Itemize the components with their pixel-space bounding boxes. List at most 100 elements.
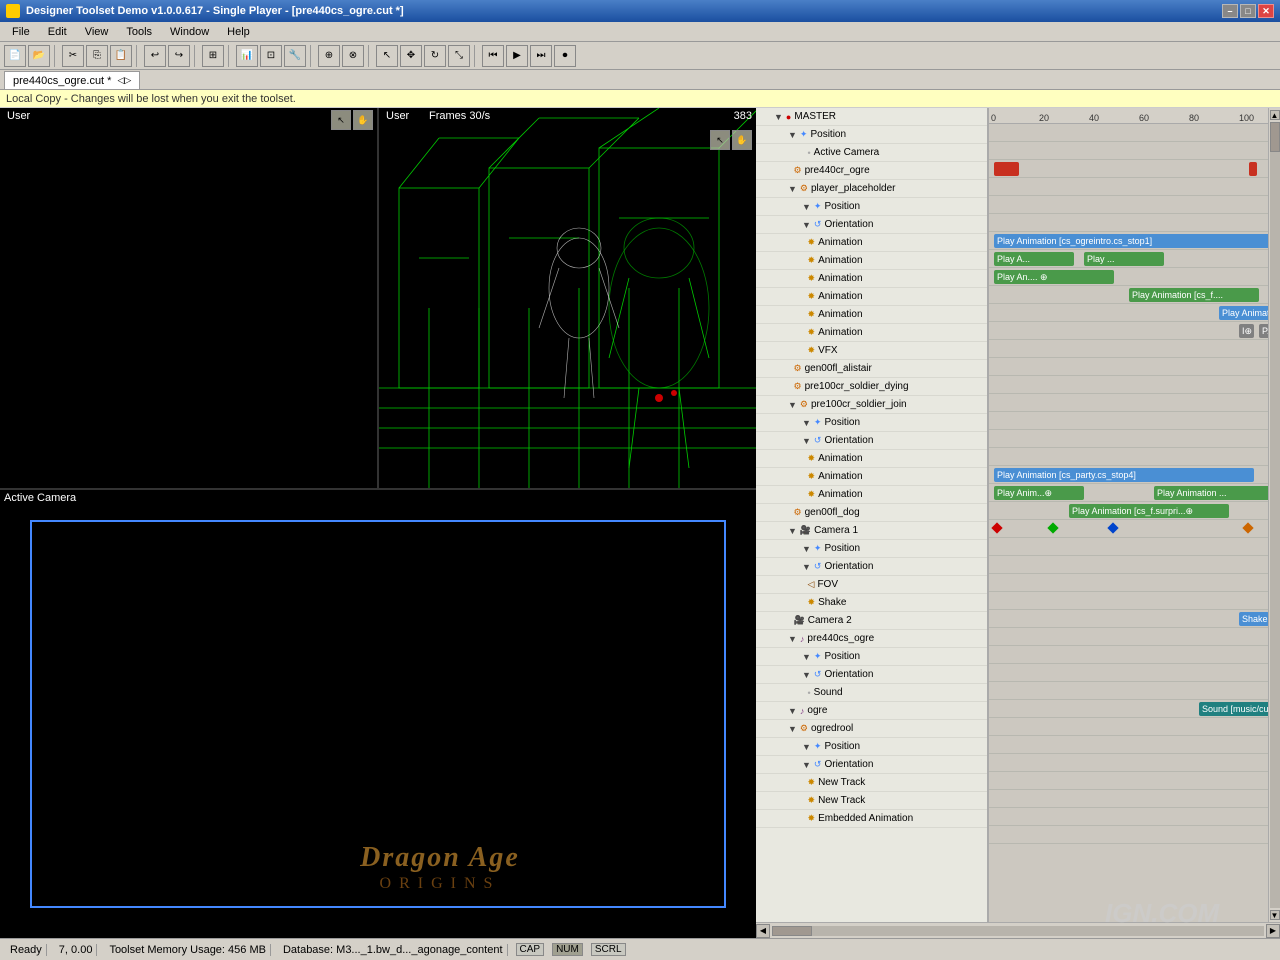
track-item-ogredrool[interactable]: ▼⚙ogredrool [756,720,987,738]
timeline-row-22[interactable] [989,520,1268,538]
toolbar-btn5[interactable]: ⊞ [202,45,224,67]
track-item-soldier-dying[interactable]: ⚙pre100cr_soldier_dying [756,378,987,396]
toolbar-chart[interactable]: 📊 [236,45,258,67]
timeline-row-20[interactable]: Play Anim...⊕Play Animation ... [989,484,1268,502]
viewport-user-right[interactable]: User Frames 30/s 383 ↖ ✋ [379,108,756,488]
toolbar-grid[interactable]: ⊡ [260,45,282,67]
track-item-master[interactable]: ▼●MASTER [756,108,987,126]
track-item-od-embedded[interactable]: ✸Embedded Animation [756,810,987,828]
toolbar-btn7[interactable]: ⊕ [318,45,340,67]
track-item-sj-anim1[interactable]: ✸Animation [756,450,987,468]
track-item-pre440cr-ogre[interactable]: ⚙pre440cr_ogre [756,162,987,180]
timeline-row-37[interactable] [989,790,1268,808]
track-item-pp-anim3[interactable]: ✸Animation [756,270,987,288]
timeline-row-28[interactable] [989,628,1268,646]
keyframe-block[interactable]: Play Animation [cs_party.cs_stop4] [994,468,1254,482]
minimize-button[interactable]: – [1222,4,1238,18]
timeline-row-39[interactable] [989,826,1268,844]
track-expand-pp-position[interactable]: ▼ [802,202,811,212]
track-item-co-orientation[interactable]: ▼↺Orientation [756,666,987,684]
vscroll-track[interactable] [1270,122,1280,908]
toolbar-play-start[interactable]: ⏮ [482,45,504,67]
track-item-sj-orientation[interactable]: ▼↺Orientation [756,432,987,450]
track-item-sj-anim2[interactable]: ✸Animation [756,468,987,486]
keyframe-block[interactable]: Play Animation [cs_f.... [1129,288,1259,302]
timeline-row-18[interactable] [989,448,1268,466]
keyframe-block[interactable]: I⊕ [1239,324,1254,338]
vp-right-cursor-tool[interactable]: ↖ [710,130,730,150]
track-expand-pp-orientation[interactable]: ▼ [802,220,811,230]
timeline-row-35[interactable] [989,754,1268,772]
timeline-row-15[interactable] [989,394,1268,412]
menu-help[interactable]: Help [219,24,258,40]
track-item-pp-anim6[interactable]: ✸Animation [756,324,987,342]
vp-hand-tool[interactable]: ✋ [353,110,373,130]
toolbar-redo[interactable]: ↪ [168,45,190,67]
track-item-pp-orientation[interactable]: ▼↺Orientation [756,216,987,234]
tab-nav-right[interactable]: ▷ [124,75,131,86]
menu-view[interactable]: View [77,24,117,40]
track-item-pp-anim1[interactable]: ✸Animation [756,234,987,252]
track-expand-sj-position[interactable]: ▼ [802,418,811,428]
timeline-row-6[interactable]: Play Animation [cs_ogreintro.cs_stop1] [989,232,1268,250]
track-item-sj-position[interactable]: ▼✦Position [756,414,987,432]
track-item-pp-vfx[interactable]: ✸VFX [756,342,987,360]
vscroll-up[interactable]: ▲ [1270,110,1280,120]
timeline-scrollbar[interactable]: ◀ ▶ [756,922,1280,938]
timeline-row-25[interactable] [989,574,1268,592]
scroll-right[interactable]: ▶ [1266,924,1280,938]
track-item-od-newtrack2[interactable]: ✸New Track [756,792,987,810]
timeline-row-31[interactable] [989,682,1268,700]
toolbar-play[interactable]: ▶ [506,45,528,67]
timeline-row-34[interactable] [989,736,1268,754]
toolbar-record[interactable]: ⏺ [554,45,576,67]
menu-file[interactable]: File [4,24,38,40]
toolbar-cursor[interactable]: ↖ [376,45,398,67]
timeline-row-3[interactable] [989,178,1268,196]
menu-edit[interactable]: Edit [40,24,75,40]
track-expand-co-orientation[interactable]: ▼ [802,670,811,680]
timeline-row-12[interactable] [989,340,1268,358]
track-item-co-sound[interactable]: •Sound [756,684,987,702]
tab-cutscene[interactable]: pre440cs_ogre.cut * ◁ ▷ [4,71,140,89]
timeline-row-14[interactable] [989,376,1268,394]
timeline-row-30[interactable] [989,664,1268,682]
keyframe-block[interactable]: Play An.... ⊕ [994,270,1114,284]
track-list[interactable]: ▼●MASTER▼✦Position •Active Camera ⚙pre44… [756,108,989,922]
timeline-row-19[interactable]: Play Animation [cs_party.cs_stop4] [989,466,1268,484]
track-expand-ogredrool[interactable]: ▼ [788,724,797,734]
track-expand-player-placeholder[interactable]: ▼ [788,184,797,194]
timeline-row-7[interactable]: Play A...Play ... [989,250,1268,268]
keyframe-diamond[interactable] [1047,522,1058,533]
track-expand-od-position[interactable]: ▼ [802,742,811,752]
timeline-row-33[interactable] [989,718,1268,736]
toolbar-btn8[interactable]: ⊗ [342,45,364,67]
maximize-button[interactable]: □ [1240,4,1256,18]
track-item-co-position[interactable]: ▼✦Position [756,648,987,666]
track-item-c1-shake[interactable]: ✸Shake [756,594,987,612]
menu-window[interactable]: Window [162,24,217,40]
keyframe-block[interactable] [1249,162,1257,176]
keyframe-block[interactable]: Shake (Orientation) [1239,612,1268,626]
tab-nav-left[interactable]: ◁ [117,75,124,86]
keyframe-diamond[interactable] [1242,522,1253,533]
viewport-active-camera[interactable]: Active Camera [0,490,756,938]
keyframe-block[interactable]: Play ... [1084,252,1164,266]
toolbar-undo[interactable]: ↩ [144,45,166,67]
timeline-row-16[interactable] [989,412,1268,430]
track-item-camera2[interactable]: 🎥Camera 2 [756,612,987,630]
toolbar-btn6[interactable]: 🔧 [284,45,306,67]
timeline-row-8[interactable]: Play An.... ⊕ [989,268,1268,286]
track-expand-pre440cs-ogre[interactable]: ▼ [788,634,797,644]
keyframe-block[interactable]: Play Animatio... [1219,306,1268,320]
track-item-camera1[interactable]: ▼🎥Camera 1 [756,522,987,540]
keyframe-block[interactable]: Play Animation [cs_ogreintro.cs_stop1] [994,234,1268,248]
toolbar-open[interactable]: 📂 [28,45,50,67]
track-expand-od-orientation[interactable]: ▼ [802,760,811,770]
track-expand-c1-position[interactable]: ▼ [802,544,811,554]
track-item-c1-fov[interactable]: ◁FOV [756,576,987,594]
keyframe-block[interactable]: P.⊕ [1259,324,1268,338]
scroll-thumb[interactable] [772,926,812,936]
timeline-row-10[interactable]: Play Animatio... [989,304,1268,322]
track-item-ogre[interactable]: ▼♪ogre [756,702,987,720]
